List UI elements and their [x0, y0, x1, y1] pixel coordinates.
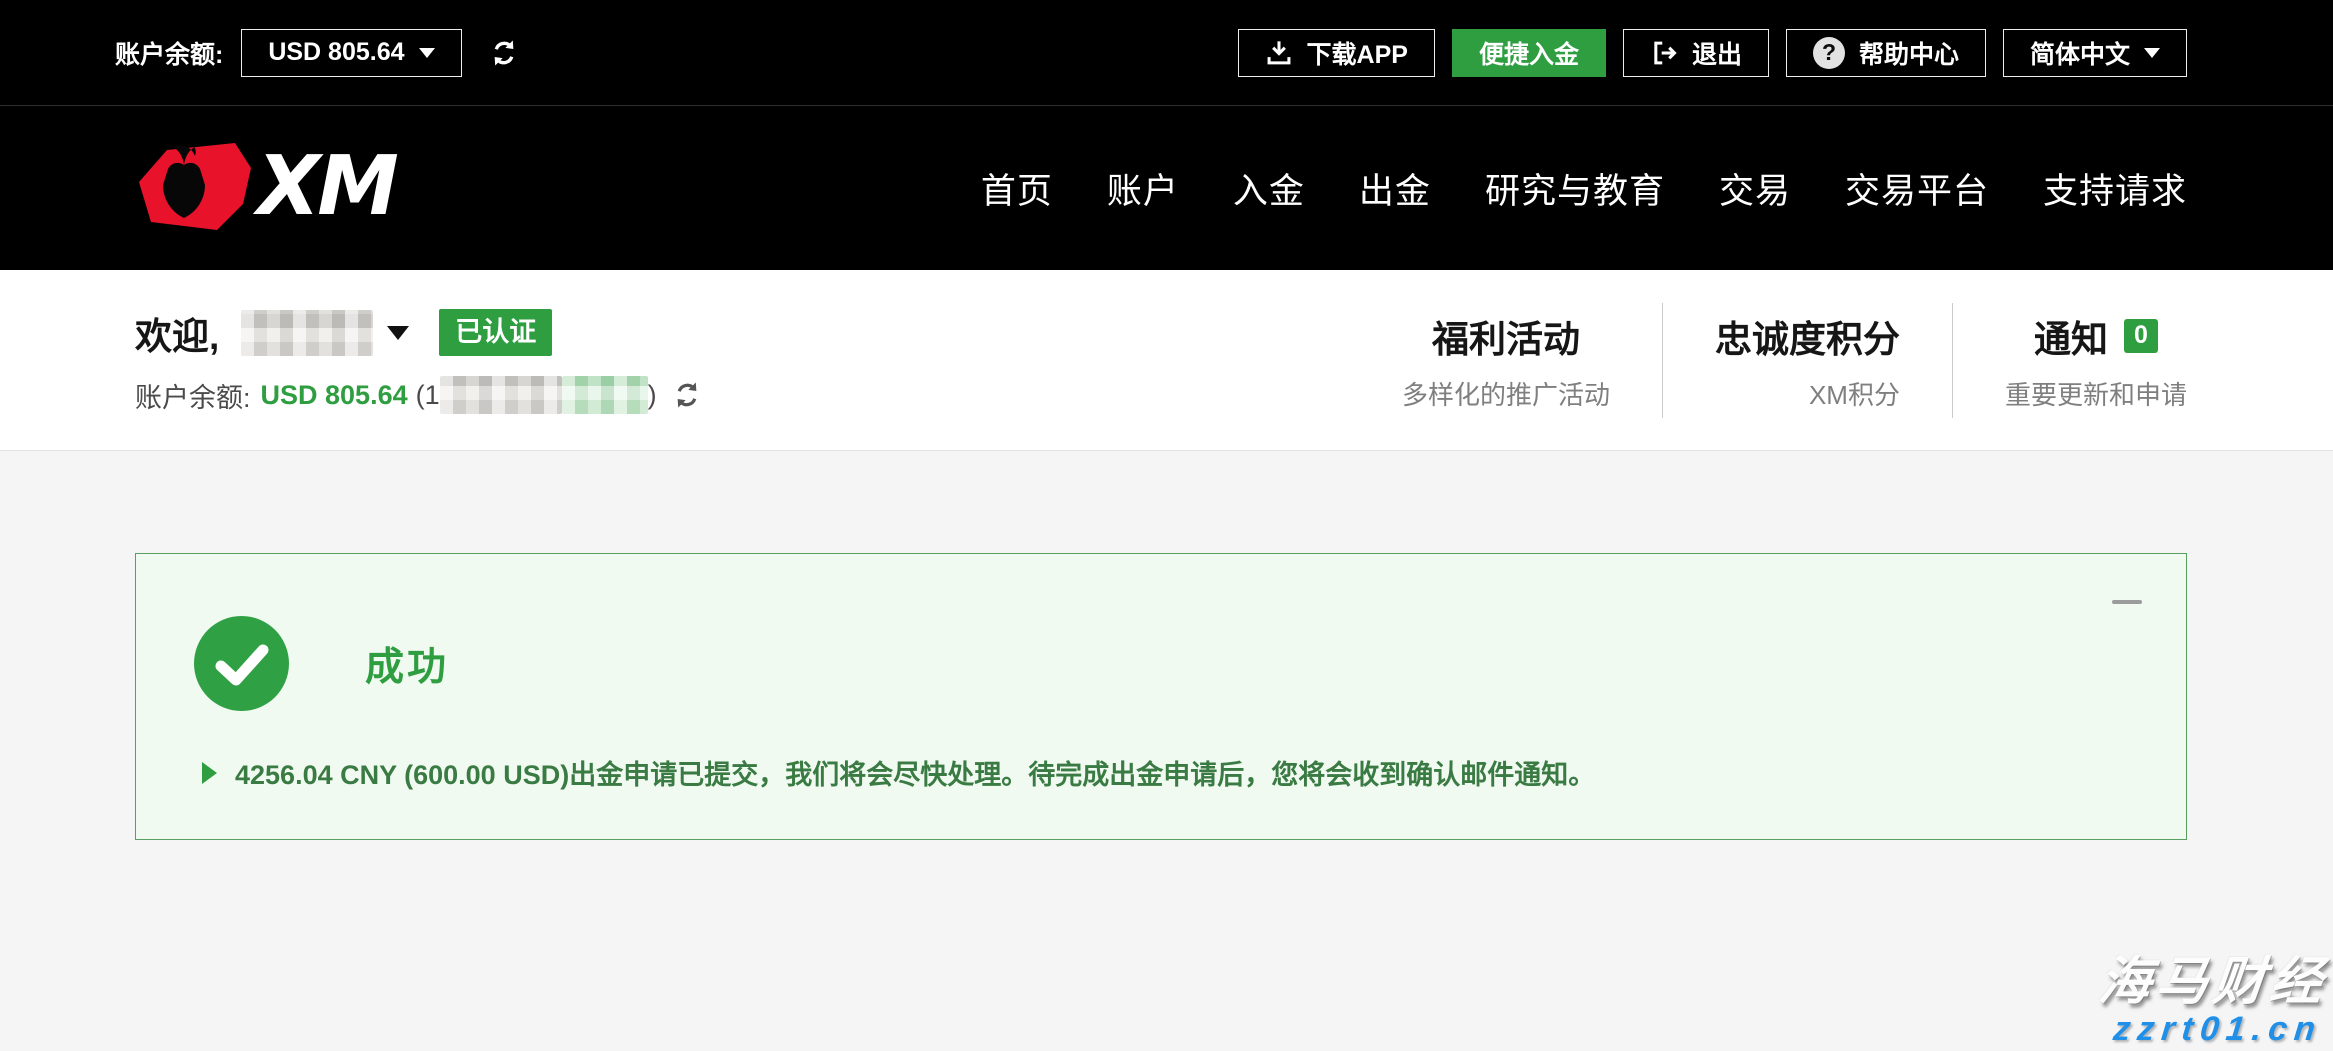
success-alert-message-row: 4256.04 CNY (600.00 USD)出金申请已提交，我们将会尽快处理… [194, 753, 2136, 792]
download-icon [1265, 39, 1293, 67]
logout-label: 退出 [1692, 35, 1742, 71]
widget-promotions-title: 福利活动 [1432, 309, 1580, 363]
topbar-actions: 下载APP 便捷入金 退出 ? 帮助中心 简体中文 [1221, 29, 2187, 77]
nav-item-platforms[interactable]: 交易平台 [1845, 163, 1989, 214]
widget-notifications[interactable]: 通知 0 重要更新和申请 [1952, 303, 2187, 418]
nav-item-deposit[interactable]: 入金 [1233, 163, 1305, 214]
verified-badge: 已认证 [439, 309, 552, 355]
widget-promotions-subtitle: 多样化的推广活动 [1402, 375, 1610, 412]
watermark: 海马财经 zzrt01.cn [2092, 955, 2330, 1047]
help-center-button[interactable]: ? 帮助中心 [1786, 29, 1986, 77]
welcome-balance-label: 账户余额: [135, 376, 251, 415]
main-navbar: XM 首页 账户 入金 出金 研究与教育 交易 交易平台 支持请求 [0, 106, 2333, 270]
watermark-brand: 海马财经 [2096, 955, 2330, 1010]
balance-refresh-icon[interactable] [671, 379, 703, 411]
page: 账户余额: USD 805.64 [0, 0, 2333, 1051]
topbar: 账户余额: USD 805.64 [0, 0, 2333, 106]
blurred-account-name [562, 376, 648, 414]
refresh-icon[interactable] [488, 37, 520, 69]
quick-deposit-button[interactable]: 便捷入金 [1452, 29, 1606, 77]
notification-count-badge: 0 [2124, 319, 2158, 353]
chevron-down-icon [419, 48, 435, 58]
xm-logo-svg: XM [137, 140, 437, 236]
greeting-row: 欢迎, 已认证 [135, 306, 703, 360]
xm-logo-text: XM [252, 140, 397, 234]
refresh-icon-svg [488, 37, 520, 69]
widget-loyalty-points[interactable]: 忠诚度积分 XM积分 [1662, 303, 1952, 418]
logout-button[interactable]: 退出 [1623, 29, 1769, 77]
nav-item-account[interactable]: 账户 [1107, 163, 1179, 214]
content-area: 成功 4256.04 CNY (600.00 USD)出金申请已提交，我们将会尽… [0, 451, 2333, 1051]
topbar-balance-group: 账户余额: USD 805.64 [115, 29, 520, 77]
refresh-icon-svg [671, 379, 703, 411]
xm-logo[interactable]: XM [137, 140, 437, 236]
widget-notifications-title: 通知 0 [2034, 309, 2158, 363]
nav-item-research-education[interactable]: 研究与教育 [1485, 163, 1665, 214]
bullet-triangle-icon [202, 762, 217, 784]
balance-dropdown[interactable]: USD 805.64 [241, 29, 461, 77]
check-circle-icon [194, 616, 289, 711]
collapse-icon[interactable] [2112, 600, 2142, 604]
success-alert: 成功 4256.04 CNY (600.00 USD)出金申请已提交，我们将会尽… [135, 553, 2187, 840]
user-menu-caret-icon[interactable] [387, 326, 409, 340]
greeting-text: 欢迎, [135, 306, 219, 360]
quick-deposit-label: 便捷入金 [1479, 35, 1579, 71]
watermark-url: zzrt01.cn [2092, 1011, 2324, 1047]
welcome-balance-value: USD 805.64 [261, 380, 408, 411]
logout-icon [1650, 39, 1678, 67]
chevron-down-icon [2144, 48, 2160, 58]
widget-notifications-subtitle: 重要更新和申请 [2005, 375, 2187, 412]
widget-loyalty-subtitle: XM积分 [1715, 375, 1900, 412]
blurred-username [241, 310, 373, 356]
nav-item-withdraw[interactable]: 出金 [1359, 163, 1431, 214]
success-alert-message: 4256.04 CNY (600.00 USD)出金申请已提交，我们将会尽快处理… [235, 753, 1595, 792]
language-dropdown[interactable]: 简体中文 [2003, 29, 2187, 77]
account-number-suffix: ) [648, 380, 657, 411]
nav-item-support[interactable]: 支持请求 [2043, 163, 2187, 214]
question-icon: ? [1813, 37, 1845, 69]
widget-notifications-label: 通知 [2034, 309, 2108, 363]
help-center-label: 帮助中心 [1859, 35, 1959, 71]
widget-loyalty-title: 忠诚度积分 [1715, 309, 1900, 363]
language-label: 简体中文 [2030, 35, 2130, 71]
nav-item-trading[interactable]: 交易 [1719, 163, 1791, 214]
nav-item-home[interactable]: 首页 [981, 163, 1053, 214]
topbar-balance-label: 账户余额: [115, 35, 223, 71]
balance-dropdown-value: USD 805.64 [268, 38, 404, 67]
nav-links: 首页 账户 入金 出金 研究与教育 交易 交易平台 支持请求 [981, 163, 2187, 214]
download-app-button[interactable]: 下载APP [1238, 29, 1435, 77]
welcome-strip: 欢迎, 已认证 账户余额: USD 805.64 (1 ) [0, 270, 2333, 451]
balance-row: 账户余额: USD 805.64 (1 ) [135, 376, 703, 415]
welcome-widgets: 福利活动 多样化的推广活动 忠诚度积分 XM积分 通知 0 重要更新和申请 [1350, 303, 2187, 418]
widget-promotions[interactable]: 福利活动 多样化的推广活动 [1350, 303, 1662, 418]
blurred-account-number [440, 376, 562, 414]
download-app-label: 下载APP [1307, 35, 1408, 71]
welcome-user-block: 欢迎, 已认证 账户余额: USD 805.64 (1 ) [135, 306, 703, 415]
account-number-prefix: (1 [416, 380, 440, 411]
success-alert-header: 成功 [194, 616, 2136, 711]
success-alert-title: 成功 [365, 636, 449, 692]
